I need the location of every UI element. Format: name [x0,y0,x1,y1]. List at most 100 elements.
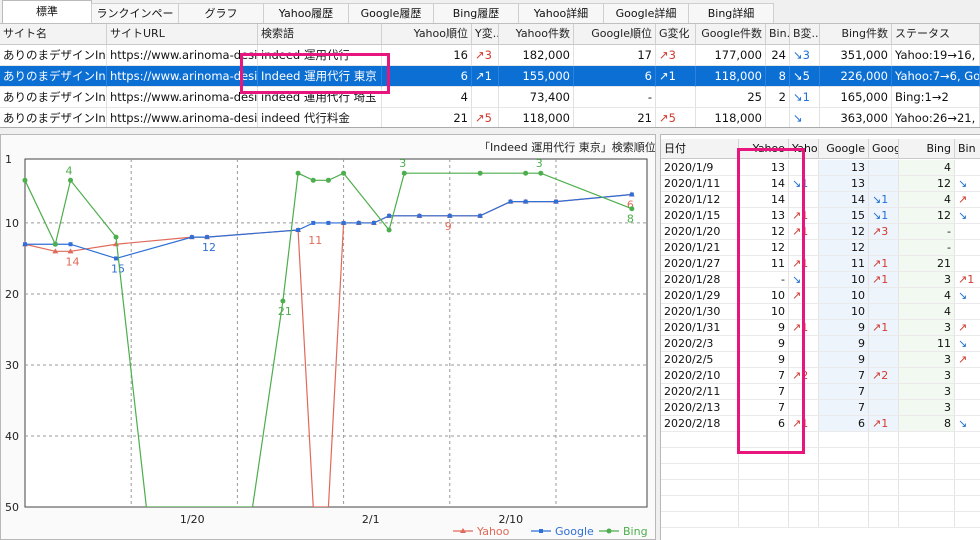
tab-4[interactable]: Google履歴 [348,3,434,23]
cell-col-11[interactable]: 363,000 [820,108,892,127]
cell-col-2[interactable]: indeed 代行料金 [258,108,382,127]
cell-col-2[interactable]: indeed 運用代行 埼玉 [258,87,382,108]
tab-0[interactable]: 標準 [2,0,92,23]
history-row[interactable]: 2020/1/21 12 12- [661,240,980,256]
table-row[interactable]: ありのまデザインIndeedhttps://www.arinoma-design… [0,87,980,108]
cell-col-2[interactable]: indeed 運用代行 [258,45,382,66]
cell-col-5[interactable]: 155,000 [499,66,574,87]
history-row[interactable]: 2020/1/27 11 ↗1 11 ↗1 21 [661,256,980,272]
cell-col-1[interactable]: https://www.arinoma-design [107,87,258,108]
history-header-col-1[interactable]: Yahoo [739,139,789,159]
cell-col-3[interactable]: 21 [382,108,472,127]
history-row[interactable]: 2020/1/28- ↘ 10 ↗1 3 ↗1 [661,272,980,288]
cell-col-11[interactable]: 226,000 [820,66,892,87]
cell-col-0[interactable]: ありのまデザインIndeed [0,45,107,66]
cell-col-4[interactable]: ↗1 [472,66,499,87]
cell-col-7[interactable] [656,87,696,108]
cell-col-3[interactable]: 16 [382,45,472,66]
cell-col-6[interactable]: Google順位 [574,24,656,45]
cell-col-9[interactable]: Bin... [766,24,790,45]
history-row[interactable]: 2020/1/30 10 10 4 [661,304,980,320]
cell-col-12[interactable]: Bing:1→2 [892,87,980,108]
cell-col-10[interactable]: ↘5 [790,66,820,87]
tab-5[interactable]: Bing履歴 [433,3,519,23]
cell-col-6[interactable]: 6 [574,66,656,87]
cell-col-9[interactable]: 8 [766,66,790,87]
cell-col-1[interactable]: https://www.arinoma-design [107,45,258,66]
table-row[interactable]: ありのまデザインIndeedhttps://www.arinoma-design… [0,45,980,66]
cell-col-10[interactable]: ↘ [790,108,820,127]
cell-col-11[interactable]: Bing件数 [820,24,892,45]
cell-col-10[interactable]: ↘1 [790,87,820,108]
tab-1[interactable]: ランクインページ [91,3,179,39]
table-row[interactable]: ありのまデザインIndeedhttps://www.arinoma-design… [0,66,980,87]
cell-col-4[interactable] [472,87,499,108]
cell-col-9[interactable] [766,108,790,127]
cell-col-3[interactable]: 6 [382,66,472,87]
cell-col-6[interactable]: 17 [574,45,656,66]
history-row[interactable]: 2020/2/3 9 9 11 ↘ [661,336,980,352]
history-header-col-5[interactable]: Bing [899,139,955,159]
cell-col-0[interactable]: ありのまデザインIndeed [0,108,107,127]
history-header-col-3[interactable]: Google [819,139,869,159]
history-row[interactable]: 2020/2/10 7 ↗2 7 ↗2 3 [661,368,980,384]
history-header-col-0[interactable]: 日付 [661,139,739,159]
cell-col-12[interactable]: Yahoo:19→16, Go [892,45,980,66]
history-row[interactable]: 2020/2/11 7 7 3 [661,384,980,400]
cell-col-12[interactable]: ステータス [892,24,980,45]
cell-col-6[interactable]: 21 [574,108,656,127]
history-row[interactable]: 2020/2/5 9 9 3 ↗ [661,352,980,368]
cell-col-11[interactable]: 165,000 [820,87,892,108]
cell-col-5[interactable]: 118,000 [499,108,574,127]
cell-col-8[interactable]: 118,000 [696,66,766,87]
cell-col-4[interactable]: ↗5 [472,108,499,127]
cell-col-7[interactable]: ↗1 [656,66,696,87]
cell-col-7[interactable]: ↗3 [656,45,696,66]
cell-col-0[interactable]: サイト名 [0,24,107,45]
history-header[interactable]: 日付YahooYaho...GoogleGoog...BingBin [661,139,980,159]
history-row[interactable]: 2020/2/18 6 ↗1 6 ↗1 8 ↘ [661,416,980,432]
cell-col-3[interactable]: 4 [382,87,472,108]
tab-3[interactable]: Yahoo履歴 [263,3,349,23]
history-row[interactable]: 2020/1/31 9 ↗1 9 ↗1 3 ↗ [661,320,980,336]
cell-col-8[interactable]: Google件数 [696,24,766,45]
history-header-col-4[interactable]: Goog... [869,139,899,159]
tab-6[interactable]: Yahoo詳細 [518,3,604,23]
history-row[interactable]: 2020/1/15 13 ↗1 15 ↘1 12 ↘ [661,208,980,224]
cell-col-4[interactable]: Y変... [472,24,499,45]
cell-col-5[interactable]: 73,400 [499,87,574,108]
cell-col-1[interactable]: https://www.arinoma-design [107,66,258,87]
tab-2[interactable]: グラフ [178,3,264,23]
cell-col-10[interactable]: B変... [790,24,820,45]
cell-col-6[interactable]: - [574,87,656,108]
cell-col-8[interactable]: 177,000 [696,45,766,66]
cell-col-10[interactable]: ↘3 [790,45,820,66]
cell-col-3[interactable]: Yahoo順位 [382,24,472,45]
cell-col-9[interactable]: 24 [766,45,790,66]
history-header-col-2[interactable]: Yaho... [789,139,819,159]
cell-col-12[interactable]: Yahoo:26→21, Go [892,108,980,127]
cell-col-0[interactable]: ありのまデザインIndeed [0,66,107,87]
cell-col-5[interactable]: Yahoo件数 [499,24,574,45]
cell-col-1[interactable]: https://www.arinoma-design [107,108,258,127]
history-row[interactable]: 2020/1/11 14 ↘1 13 12 ↘ [661,176,980,192]
cell-col-1[interactable]: サイトURL [107,24,258,45]
cell-col-5[interactable]: 182,000 [499,45,574,66]
cell-col-7[interactable]: G変化 [656,24,696,45]
cell-col-2[interactable]: Indeed 運用代行 東京 [258,66,382,87]
history-row[interactable]: 2020/1/20 12 ↗1 12 ↗3- [661,224,980,240]
tab-7[interactable]: Google詳細 [603,3,689,23]
cell-col-11[interactable]: 351,000 [820,45,892,66]
table-row[interactable]: ありのまデザインIndeedhttps://www.arinoma-design… [0,108,980,127]
cell-col-9[interactable]: 2 [766,87,790,108]
table-header[interactable]: サイト名サイトURL検索語Yahoo順位Y変...Yahoo件数Google順位… [0,24,980,45]
cell-col-8[interactable]: 118,000 [696,108,766,127]
tab-8[interactable]: Bing詳細 [688,3,774,23]
cell-col-4[interactable]: ↗3 [472,45,499,66]
history-row[interactable]: 2020/1/12 14 14 ↘1 4 ↗ [661,192,980,208]
cell-col-12[interactable]: Yahoo:7→6, Goo [892,66,980,87]
cell-col-2[interactable]: 検索語 [258,24,382,45]
history-row[interactable]: 2020/1/29 10 ↗ 10 4 ↘ [661,288,980,304]
cell-col-8[interactable]: 25 [696,87,766,108]
cell-col-7[interactable]: ↗5 [656,108,696,127]
